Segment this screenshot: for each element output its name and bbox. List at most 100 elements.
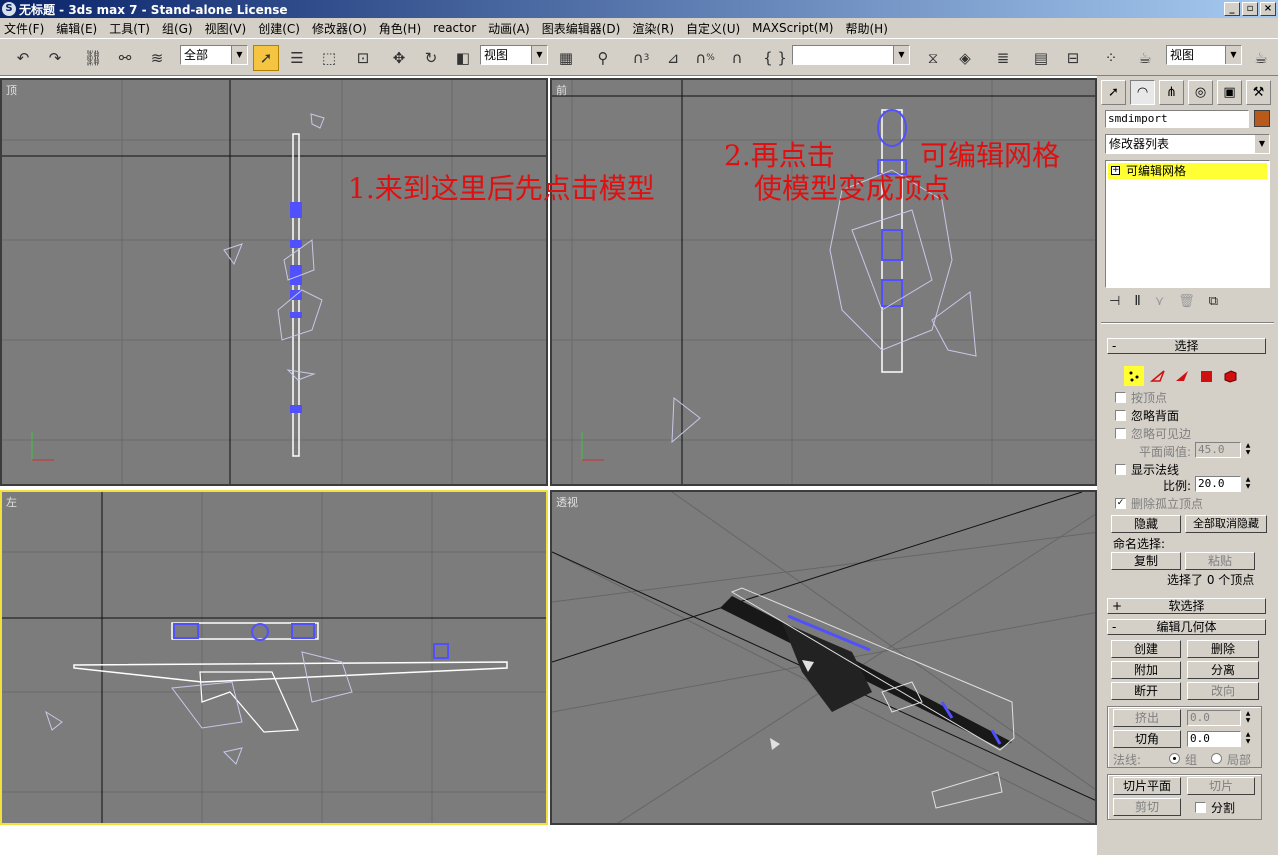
edge-subobject-icon[interactable] [1148,366,1168,386]
spinner-snap-icon[interactable]: ∩ [724,45,750,71]
stack-item-editable-mesh[interactable]: + 可编辑网格 [1108,163,1267,179]
menu-maxscript[interactable]: MAXScript(M) [752,21,833,35]
create-button[interactable]: 创建 [1111,640,1181,658]
menu-animation[interactable]: 动画(A) [488,20,530,37]
pin-stack-icon[interactable]: ⊣ [1109,294,1120,309]
align-icon[interactable]: ◈ [952,45,978,71]
bind-space-warp-icon[interactable]: ≋ [144,45,170,71]
object-color-swatch[interactable] [1254,110,1270,127]
show-normals-checkbox[interactable] [1115,464,1126,475]
element-subobject-icon[interactable] [1220,366,1240,386]
paste-button[interactable]: 粘贴 [1185,552,1255,570]
select-and-manipulate-icon[interactable]: ⚲ [590,45,616,71]
ignore-backfacing-checkbox[interactable] [1115,410,1126,421]
face-subobject-icon[interactable] [1172,366,1192,386]
reference-coord-dropdown[interactable]: 视图 ▼ [480,45,548,65]
configure-sets-icon[interactable]: ⧉ [1209,294,1218,309]
mirror-icon[interactable]: ⧖ [920,45,946,71]
chamfer-button[interactable]: 切角 [1113,730,1181,748]
chamfer-spinner[interactable]: 0.0 [1187,731,1241,747]
menu-edit[interactable]: 编辑(E) [56,20,97,37]
menu-group[interactable]: 组(G) [162,20,193,37]
unhide-all-button[interactable]: 全部取消隐藏 [1185,515,1267,533]
planar-thresh-spinner[interactable]: 45.0 [1195,442,1241,458]
snap-toggle-icon[interactable]: ∩ 3 [628,45,654,71]
turn-button[interactable]: 改向 [1187,682,1259,700]
select-and-scale-icon[interactable]: ◧ [450,45,476,71]
remove-modifier-icon[interactable]: 🗑 [1178,294,1195,309]
modifier-list-dropdown[interactable]: 修改器列表 ▼ [1105,134,1270,154]
menu-file[interactable]: 文件(F) [4,20,44,37]
detach-button[interactable]: 分离 [1187,661,1259,679]
utilities-tab-icon[interactable]: ⚒ [1246,80,1271,105]
hide-button[interactable]: 隐藏 [1111,515,1181,533]
split-checkbox[interactable] [1195,802,1206,813]
by-vertex-checkbox[interactable] [1115,392,1126,403]
menu-graph-editors[interactable]: 图表编辑器(D) [542,20,621,37]
menu-create[interactable]: 创建(C) [258,20,300,37]
edit-geometry-rollout-header[interactable]: - 编辑几何体 [1107,619,1266,635]
menu-tools[interactable]: 工具(T) [109,20,150,37]
redo-icon[interactable]: ↷ [42,45,68,71]
break-button[interactable]: 断开 [1111,682,1181,700]
minimize-button[interactable]: _ [1224,2,1240,16]
curve-editor-icon[interactable]: ▤ [1028,45,1054,71]
spinner-arrows-icon[interactable]: ▲ ▼ [1243,731,1253,747]
viewport-perspective[interactable]: 透视 [550,490,1097,825]
hierarchy-tab-icon[interactable]: ⋔ [1159,80,1184,105]
pivot-center-icon[interactable]: ▦ [553,45,579,71]
spinner-arrows-icon[interactable]: ▲ ▼ [1243,710,1253,726]
menu-modifiers[interactable]: 修改器(O) [312,20,367,37]
normal-scale-spinner[interactable]: 20.0 [1195,476,1241,492]
select-and-move-icon[interactable]: ✥ [386,45,412,71]
expand-icon[interactable]: + [1111,166,1120,175]
polygon-subobject-icon[interactable] [1196,366,1216,386]
schematic-view-icon[interactable]: ⊟ [1060,45,1086,71]
percent-snap-icon[interactable]: ∩% [692,45,718,71]
quick-render-icon[interactable]: ☕ [1248,45,1274,71]
modify-tab-icon[interactable]: ◠ [1130,80,1155,105]
normal-group-radio[interactable] [1169,753,1180,764]
viewport-top[interactable]: 顶 [0,78,548,486]
close-button[interactable]: × [1260,2,1276,16]
soft-selection-rollout-header[interactable]: + 软选择 [1107,598,1266,614]
display-tab-icon[interactable]: ▣ [1217,80,1242,105]
render-scene-icon[interactable]: ☕ [1132,45,1158,71]
selection-filter-dropdown[interactable]: 全部 ▼ [180,45,248,65]
motion-tab-icon[interactable]: ◎ [1188,80,1213,105]
show-end-result-icon[interactable]: Ⅱ [1134,294,1140,309]
menu-customize[interactable]: 自定义(U) [686,20,740,37]
menu-reactor[interactable]: reactor [433,21,476,35]
select-and-link-icon[interactable]: ⛓ [80,45,106,71]
material-editor-icon[interactable]: ⁘ [1098,45,1124,71]
select-and-rotate-icon[interactable]: ↻ [418,45,444,71]
delete-button[interactable]: 删除 [1187,640,1259,658]
cut-button[interactable]: 剪切 [1113,798,1181,816]
extrude-spinner[interactable]: 0.0 [1187,710,1241,726]
render-type-dropdown[interactable]: 视图 ▼ [1166,45,1242,65]
menu-views[interactable]: 视图(V) [205,20,247,37]
attach-button[interactable]: 附加 [1111,661,1181,679]
ignore-visible-edges-checkbox[interactable] [1115,428,1126,439]
spinner-arrows-icon[interactable]: ▲ ▼ [1243,476,1253,492]
select-by-name-icon[interactable]: ☰ [284,45,310,71]
vertex-subobject-icon[interactable] [1124,366,1144,386]
window-crossing-icon[interactable]: ⊡ [350,45,376,71]
object-name-field[interactable]: smdimport [1105,110,1249,128]
slice-plane-button[interactable]: 切片平面 [1113,777,1181,795]
named-selection-dropdown[interactable]: ▼ [792,45,910,65]
layer-manager-icon[interactable]: ≣ [990,45,1016,71]
undo-icon[interactable]: ↶ [10,45,36,71]
angle-snap-icon[interactable]: ⊿ [660,45,686,71]
spinner-arrows-icon[interactable]: ▲ ▼ [1243,442,1253,458]
menu-help[interactable]: 帮助(H) [845,20,887,37]
make-unique-icon[interactable]: ⋎ [1155,294,1165,309]
rectangular-selection-icon[interactable]: ⬚ [316,45,342,71]
selection-rollout-header[interactable]: - 选择 [1107,338,1266,354]
select-object-icon[interactable]: ➚ [253,45,279,71]
restore-button[interactable]: ▫ [1242,2,1258,16]
slice-button[interactable]: 切片 [1187,777,1255,795]
viewport-left[interactable]: 左 [0,490,548,825]
edit-named-selection-icon[interactable]: { } [762,45,788,71]
menu-rendering[interactable]: 渲染(R) [632,20,674,37]
